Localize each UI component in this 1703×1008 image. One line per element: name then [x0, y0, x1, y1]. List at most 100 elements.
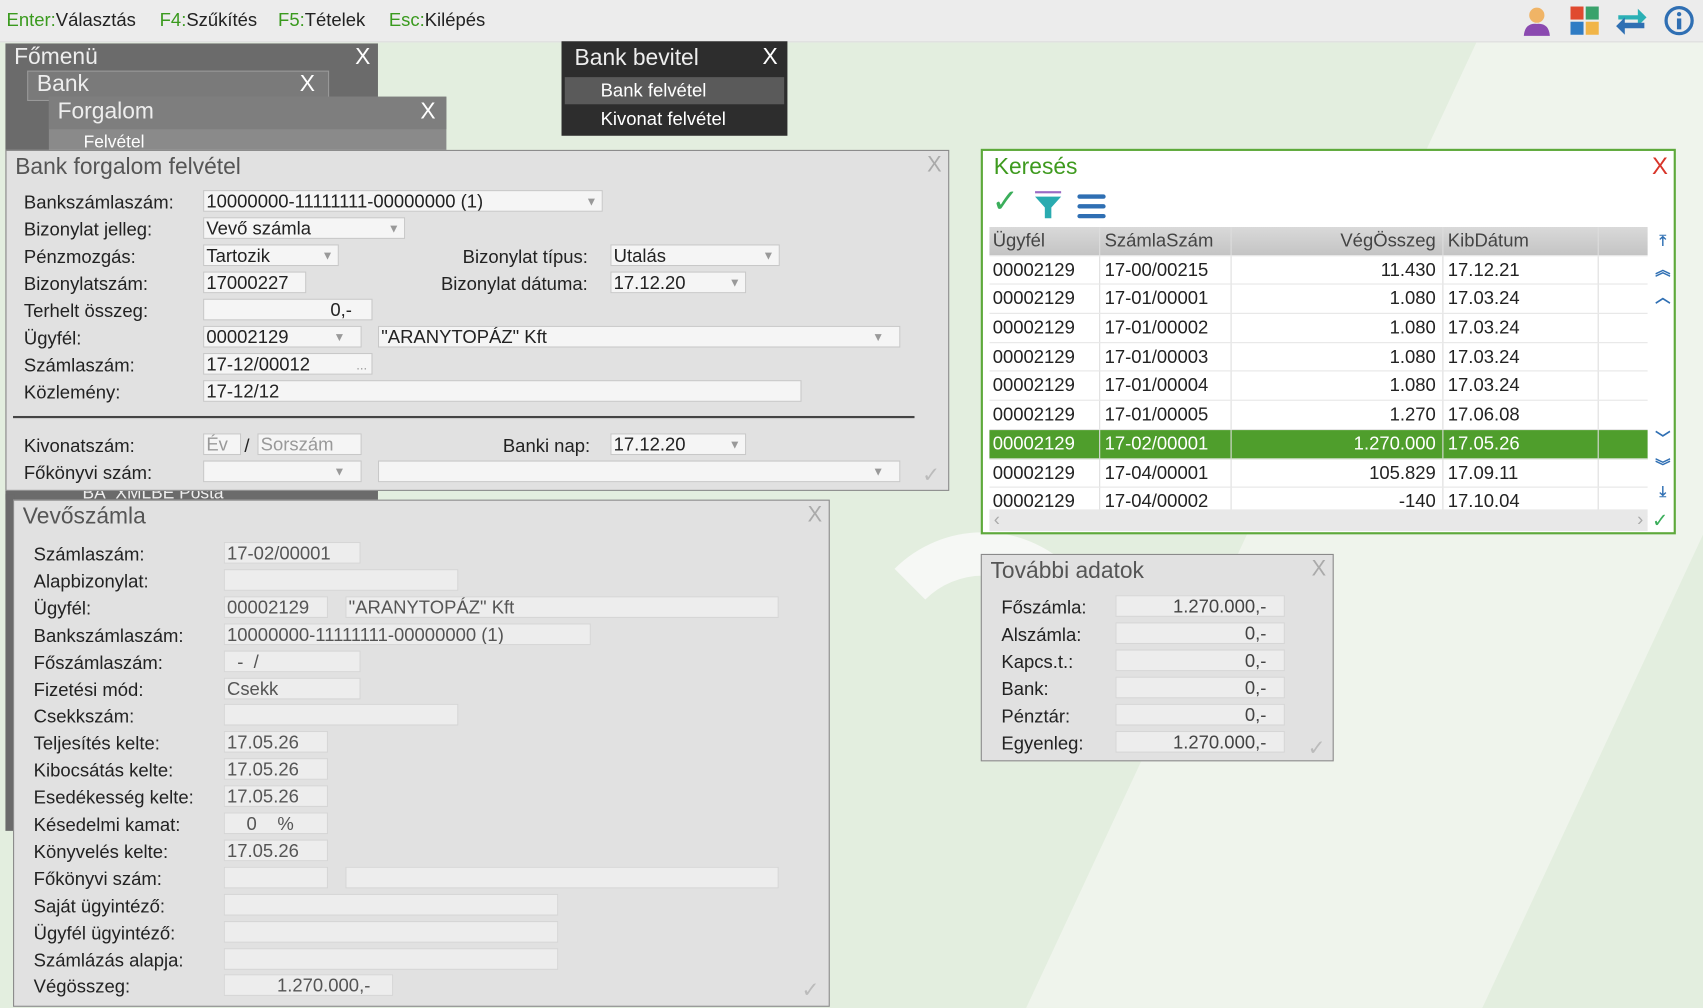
table-cell: 00002129: [989, 284, 1101, 313]
field-value: [223, 568, 459, 591]
column-header-szamlaszam[interactable]: SzámlaSzám: [1100, 226, 1232, 255]
field-value: 17.05.26: [223, 758, 329, 781]
confirm-check-icon[interactable]: ✓: [1652, 509, 1668, 532]
value: Vevő számla: [206, 218, 312, 239]
shortcut-f5[interactable]: F5:Tételek: [278, 10, 365, 32]
close-icon[interactable]: X: [300, 72, 315, 98]
close-icon[interactable]: X: [927, 153, 941, 178]
label: Ügyfél:: [23, 328, 82, 349]
table-cell: 00002129: [989, 458, 1101, 487]
table-row[interactable]: 00002129 17-01/00005 1.270 17.06.08: [989, 400, 1648, 430]
ugyfel-nev-select[interactable]: "ARANYTOPÁZ" Kft ▼: [377, 325, 901, 348]
shortcut-key: F4:: [159, 9, 187, 31]
table-row[interactable]: 00002129 17-01/00001 1.080 17.03.24: [989, 284, 1648, 314]
fokonyv-nev-select[interactable]: ▼: [377, 460, 901, 483]
close-icon[interactable]: X: [762, 45, 777, 71]
shortcut-key: Enter:: [6, 9, 56, 31]
shortcut-label: Szűkítés: [186, 9, 258, 31]
window-title: További adatok: [990, 558, 1144, 584]
table-row[interactable]: 00002129 17-00/00215 11.430 17.12.21: [989, 255, 1648, 285]
field-value: 1.270.000,-: [1115, 595, 1285, 617]
menu-list-icon[interactable]: [1076, 192, 1106, 220]
chevron-down-icon: ▼: [333, 331, 346, 345]
sorszam-input[interactable]: Sorszám: [257, 433, 362, 456]
confirm-check-icon[interactable]: ✓: [922, 462, 940, 489]
bizonylatszam-input[interactable]: 17000227: [203, 271, 307, 294]
menu-item-bank-felvetel[interactable]: Bank felvétel: [564, 77, 785, 105]
tipus-select[interactable]: Utalás ▼: [610, 244, 780, 267]
table-cell: 17-01/00001: [1100, 284, 1232, 313]
column-header-kibdatum[interactable]: KibDátum: [1443, 226, 1599, 255]
field-label: Bankszámlaszám:: [33, 625, 184, 646]
chevron-down-icon: ▼: [762, 249, 775, 263]
table-row[interactable]: 00002129 17-02/00001 1.270.000 17.05.26: [989, 429, 1648, 459]
filter-icon[interactable]: [1033, 190, 1063, 220]
apps-grid-icon[interactable]: [1568, 4, 1601, 37]
terhelt-osszeg-input[interactable]: 0,-: [203, 298, 373, 321]
scroll-down-icon[interactable]: ﹀: [1652, 428, 1674, 450]
table-row[interactable]: 00002129 17-01/00004 1.080 17.03.24: [989, 371, 1648, 401]
close-icon[interactable]: X: [1312, 557, 1326, 582]
accept-check-icon[interactable]: ✓: [992, 184, 1019, 221]
bankszamlaszam-select[interactable]: 10000000-11111111-00000000 (1) ▼: [203, 190, 603, 212]
label: Pénzmozgás:: [23, 246, 136, 268]
page-up-icon[interactable]: ︽: [1652, 258, 1674, 280]
close-icon[interactable]: X: [355, 45, 370, 71]
scroll-up-icon[interactable]: ︿: [1652, 286, 1674, 308]
close-icon[interactable]: X: [808, 503, 822, 528]
shortcut-enter[interactable]: Enter:Választás: [7, 10, 136, 32]
swap-arrows-icon[interactable]: [1615, 4, 1648, 37]
shortcut-label: Kilépés: [424, 9, 486, 31]
column-header-ugyfel[interactable]: Ügyfél: [989, 226, 1101, 255]
datum-select[interactable]: 17.12.20 ▼: [610, 271, 747, 294]
user-icon[interactable]: [1521, 4, 1554, 37]
column-header-vegosszeg[interactable]: VégÖsszeg: [1232, 226, 1444, 255]
ugyfel-kod-select[interactable]: 00002129 ▼: [203, 325, 362, 348]
browse-button[interactable]: ...: [356, 354, 367, 374]
label: Banki nap:: [502, 435, 591, 457]
confirm-check-icon[interactable]: ✓: [1308, 734, 1326, 761]
table-cell: 1.270: [1232, 400, 1444, 429]
field-value: 0,-: [1115, 622, 1285, 645]
table-cell: 17.03.24: [1443, 284, 1599, 313]
column-header-empty: [1599, 227, 1648, 255]
page-down-icon[interactable]: ︾: [1652, 455, 1674, 477]
scroll-bottom-icon[interactable]: ⤓: [1652, 482, 1674, 500]
confirm-check-icon[interactable]: ✓: [802, 976, 820, 1003]
field-value: [223, 866, 329, 889]
info-icon[interactable]: [1663, 4, 1696, 37]
table-cell: 00002129: [989, 255, 1101, 284]
penzmozgas-select[interactable]: Tartozik ▼: [203, 244, 339, 267]
field-value: 0 %: [223, 812, 329, 835]
szamlaszam-input[interactable]: 17-12/00012...: [203, 352, 373, 375]
banki-nap-select[interactable]: 17.12.20 ▼: [610, 433, 747, 456]
value: Utalás: [613, 245, 666, 267]
jelleg-select[interactable]: Vevő számla ▼: [203, 217, 406, 239]
scroll-right-icon[interactable]: ›: [1637, 509, 1643, 531]
table-cell: 1.080: [1232, 371, 1444, 400]
scroll-top-icon[interactable]: ⤒: [1652, 231, 1674, 249]
menu-item-kivonat-felvetel[interactable]: Kivonat felvétel: [565, 105, 784, 132]
label: Terhelt összeg:: [23, 300, 149, 322]
field-label: Csekkszám:: [33, 706, 135, 728]
ev-input[interactable]: Év: [203, 433, 242, 456]
close-icon[interactable]: X: [1652, 152, 1668, 180]
table-row[interactable]: 00002129 17-04/00001 105.829 17.09.11: [989, 458, 1648, 488]
field-label: Pénztár:: [1001, 705, 1071, 727]
field-label: Ügyfél:: [33, 598, 92, 619]
fokonyv-select[interactable]: ▼: [203, 460, 362, 483]
close-icon[interactable]: X: [420, 99, 435, 125]
separator: /: [244, 435, 250, 457]
table-cell: 1.080: [1232, 284, 1444, 313]
horizontal-scrollbar[interactable]: ‹ ›: [989, 509, 1648, 532]
kozlemeny-input[interactable]: 17-12/12: [203, 380, 802, 402]
table-cell: 1.270.000: [1232, 429, 1444, 458]
scroll-left-icon[interactable]: ‹: [994, 509, 1000, 531]
shortcut-esc[interactable]: Esc:Kilépés: [389, 10, 485, 32]
table-cell: 17.03.24: [1443, 313, 1599, 342]
table-row[interactable]: 00002129 17-01/00002 1.080 17.03.24: [989, 313, 1648, 343]
table-cell: 17-01/00004: [1100, 371, 1232, 400]
table-row[interactable]: 00002129 17-01/00003 1.080 17.03.24: [989, 342, 1648, 372]
chevron-down-icon: ▼: [321, 249, 334, 263]
shortcut-f4[interactable]: F4:Szűkítés: [160, 10, 257, 32]
